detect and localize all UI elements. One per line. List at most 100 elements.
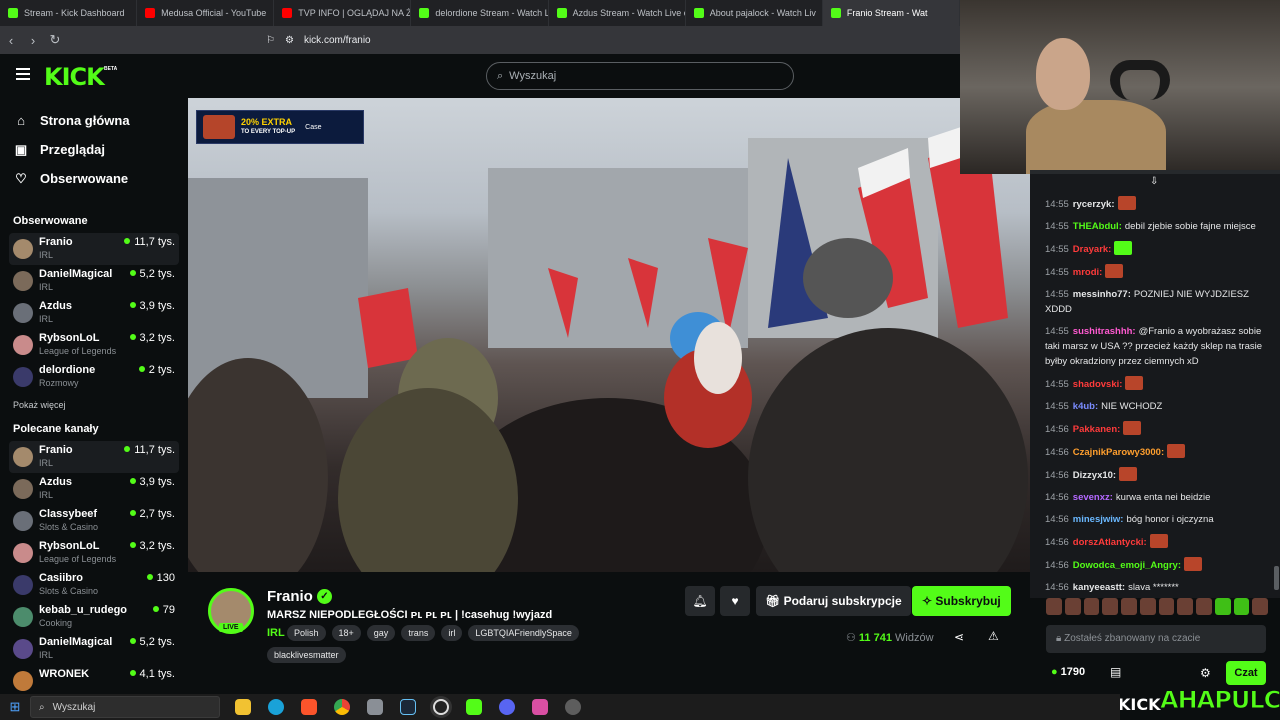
menu-icon[interactable] [16,68,30,80]
emote-icon[interactable] [1177,598,1193,615]
browser-tab-active[interactable]: Franio Stream - Wat [822,0,960,26]
emote-icon[interactable] [1214,598,1231,615]
browser-tab[interactable]: About pajalock - Watch Liv [686,0,823,26]
sidebar-channel[interactable]: Franio IRL 11,7 tys. [9,233,179,265]
tag[interactable]: trans [401,625,436,641]
chat-username[interactable]: minesjwiw: [1073,514,1124,525]
chat-input[interactable]: 🔒︎ Zostałeś zbanowany na czacie [1046,625,1266,653]
chat-username[interactable]: Dizzyx10: [1073,470,1116,481]
channel-points[interactable]: ● 1790 [1051,666,1085,678]
search-input[interactable]: ⌕ Wyszukaj [486,62,794,90]
back-icon[interactable]: ‹ [0,33,22,48]
tag[interactable]: blacklivesmatter [267,647,346,663]
sidebar-channel[interactable]: DanielMagical IRL 5,2 tys. [9,265,179,297]
chat-message: 14:56 sevenxz: kurwa enta nei beidzie [1045,490,1275,505]
kick-logo[interactable]: KICK [44,63,105,91]
chat-username[interactable]: Dowodca_emoji_Angry: [1073,560,1181,571]
sidebar-channel[interactable]: DanielMagical IRL 5,2 tys. [9,633,179,665]
emote-icon[interactable] [1158,598,1175,615]
brave-icon[interactable] [292,694,325,720]
chat-username[interactable]: rycerzyk: [1073,199,1115,210]
chat-username[interactable]: dorszAtlantycki: [1073,537,1147,548]
sidebar-channel[interactable]: Classybeef Slots & Casino 2,7 tys. [9,505,179,537]
reload-icon[interactable]: ↻ [44,32,66,48]
nav-browse[interactable]: ▣ Przeglądaj [0,135,188,164]
scroll-down-icon[interactable]: ⇩ [1150,176,1158,187]
chat-username[interactable]: mrodi: [1073,267,1103,278]
chrome-icon[interactable] [325,694,358,720]
browser-tab[interactable]: Stream - Kick Dashboard [0,0,138,26]
browser-tab[interactable]: Azdus Stream - Watch Live on [549,0,686,26]
store-icon[interactable]: ▤ [1110,665,1121,679]
chat-settings-icon[interactable]: ⚙ [1200,666,1211,680]
nav-home[interactable]: ⌂ Strona główna [0,106,188,135]
browser-tab[interactable]: delordione Stream - Watch Liv [411,0,549,26]
promo-banner[interactable]: 20% EXTRA TO EVERY TOP-UP Case [196,110,364,144]
chat-username[interactable]: Pakkanen: [1073,424,1121,435]
sidebar-channel[interactable]: RybsonLoL League of Legends 3,2 tys. [9,537,179,569]
chat-scrollbar[interactable] [1274,566,1279,590]
chat-username[interactable]: Drayark: [1073,244,1112,255]
streamer-name[interactable]: Franio [267,588,313,605]
browser-tab[interactable]: TVP INFO | OGLĄDAJ NA ŻYW [274,0,412,26]
sidebar-channel[interactable]: Azdus IRL 3,9 tys. [9,473,179,505]
sidebar-channel[interactable]: RybsonLoL League of Legends 3,2 tys. [9,329,179,361]
url-field[interactable]: ⚐ ⚙ kick.com/franio [266,29,946,51]
site-info-icon[interactable]: ⚙ [285,35,294,46]
windows-start-icon[interactable]: ⊞ [0,699,30,715]
chat-username[interactable]: kanyeeastt: [1073,582,1125,593]
gift-subscription-button[interactable]: 🎁︎ Podaruj subskrypcje [756,586,911,616]
subscribe-button[interactable]: ✧ Subskrybuj [912,586,1011,616]
steam-icon[interactable] [391,694,424,720]
tag[interactable]: gay [366,625,396,641]
emote-icon[interactable] [1196,598,1212,615]
emote-icon[interactable] [1233,598,1250,615]
emote-icon[interactable] [1083,598,1100,615]
tag[interactable]: irl [441,625,463,641]
tag[interactable]: Polish [287,625,326,641]
sidebar-channel[interactable]: kebab_u_rudego Cooking 79 [9,601,179,633]
bookmark-icon[interactable]: ⚐ [266,35,275,46]
chat-username[interactable]: CzajnikParowy3000: [1073,447,1164,458]
show-more-link[interactable]: Pokaż więcej [0,393,188,417]
app-icon[interactable] [523,694,556,720]
browser-tab[interactable]: Medusa Official - YouTube [137,0,275,26]
emote-icon [1117,196,1136,210]
sidebar-channel[interactable]: delordione Rozmowy 2 tys. [9,361,179,393]
nav-following[interactable]: ♡ Obserwowane [0,164,188,193]
obs-icon[interactable] [424,694,457,720]
follow-button[interactable]: ♥ [720,586,750,616]
sidebar-channel[interactable]: WRONEK 4,1 tys. [9,665,179,694]
discord-icon[interactable] [490,694,523,720]
chat-username[interactable]: messinho77: [1073,289,1131,300]
chat-username[interactable]: sushitrashhh: [1073,326,1136,337]
notification-bell-button[interactable]: 🔔︎ [685,586,715,616]
forward-icon[interactable]: › [22,33,44,48]
emote-icon[interactable] [1102,598,1118,615]
emote-icon[interactable] [1046,598,1062,615]
chat-username[interactable]: THEAbdul: [1073,221,1122,232]
settings-icon[interactable] [556,694,589,720]
sidebar-channel[interactable]: Azdus IRL 3,9 tys. [9,297,179,329]
chat-username[interactable]: shadovski: [1073,379,1123,390]
sidebar-channel[interactable]: Casiibro Slots & Casino 130 [9,569,179,601]
report-icon[interactable]: ⚠ [988,629,999,643]
emote-icon[interactable] [1252,598,1268,615]
chat-send-button[interactable]: Czat [1226,661,1266,685]
stream-category[interactable]: IRL [267,627,285,639]
chat-username[interactable]: k4ub: [1073,401,1098,412]
emote-icon[interactable] [1139,598,1156,615]
taskbar-search[interactable]: ⌕ Wyszukaj [30,696,220,718]
video-player[interactable]: 20% EXTRA TO EVERY TOP-UP Case [188,98,1030,572]
sidebar-channel[interactable]: Franio IRL 11,7 tys. [9,441,179,473]
emote-icon[interactable] [1121,598,1137,615]
emote-icon[interactable] [1064,598,1081,615]
tag[interactable]: 18+ [331,625,361,641]
tag[interactable]: LGBTQIAFriendlySpace [468,625,579,641]
app-icon[interactable] [358,694,391,720]
share-icon[interactable]: ⋖ [954,630,964,644]
kick-app-icon[interactable] [457,694,490,720]
chat-username[interactable]: sevenxz: [1073,492,1113,503]
edge-icon[interactable] [259,694,292,720]
file-explorer-icon[interactable] [226,694,259,720]
